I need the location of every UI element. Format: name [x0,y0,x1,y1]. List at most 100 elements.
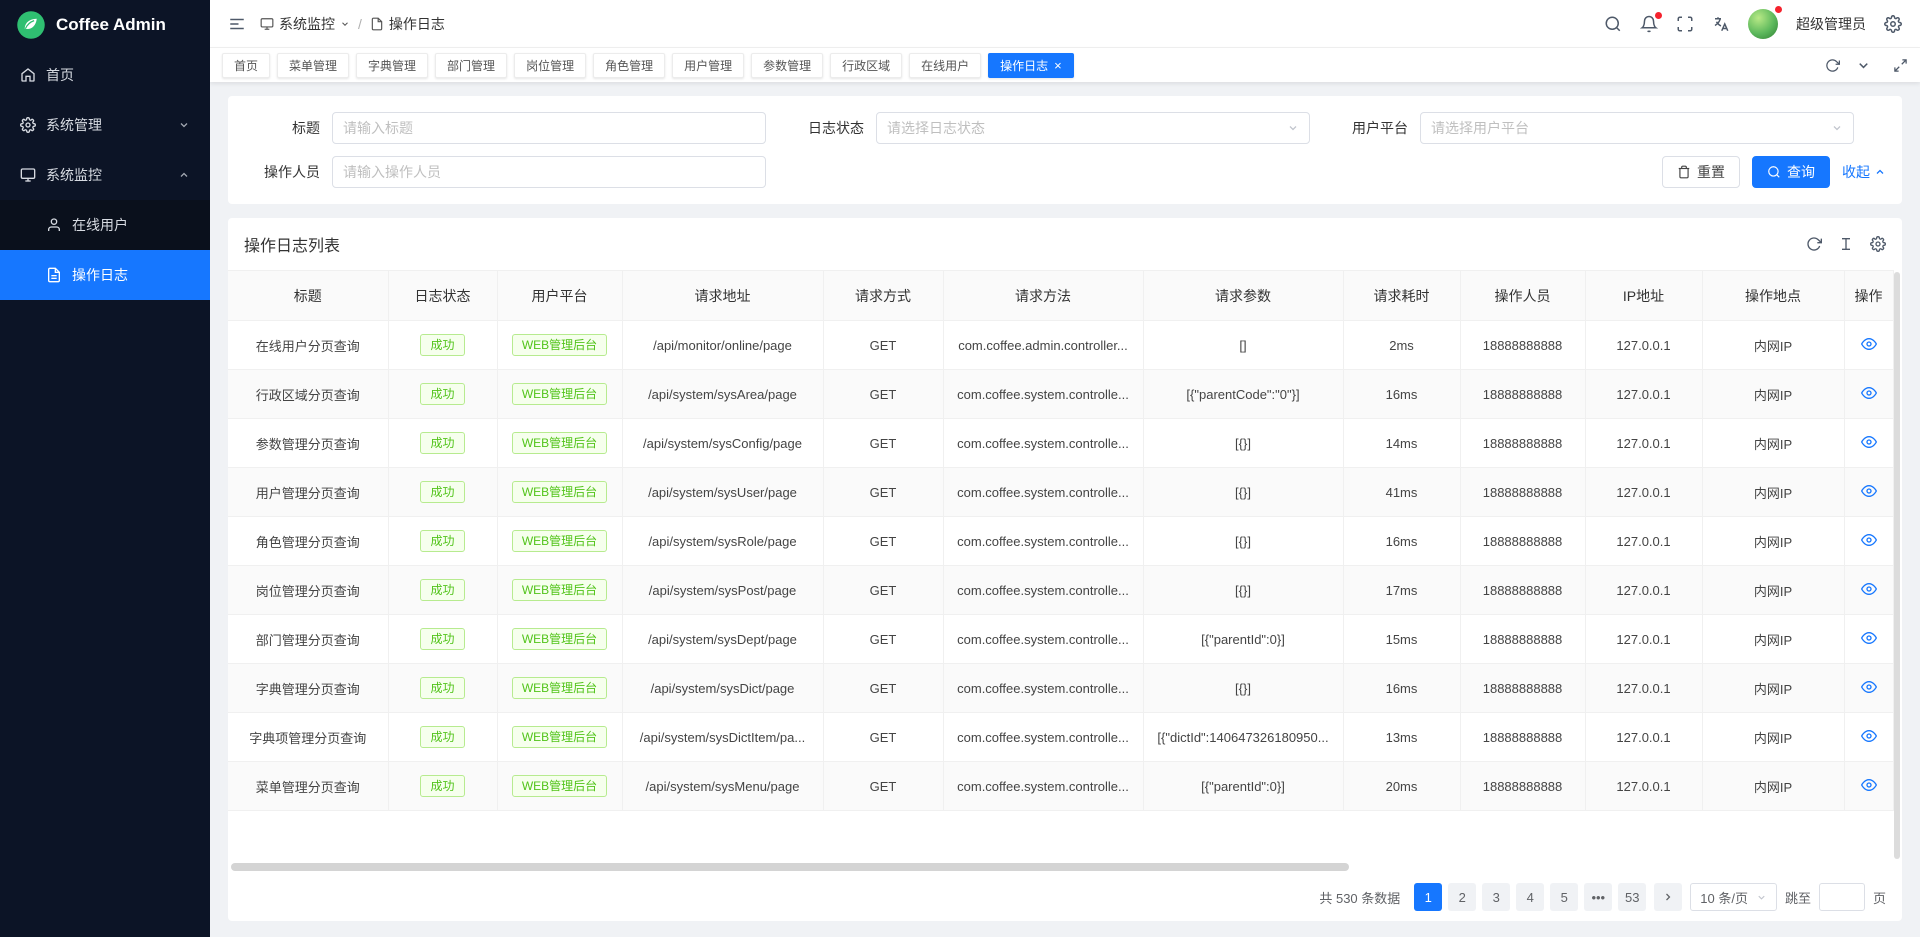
column-header: 请求方法 [943,271,1143,321]
tab-item[interactable]: 岗位管理 [514,53,586,78]
tab-item[interactable]: 部门管理 [435,53,507,78]
cell-handler: com.coffee.system.controlle... [943,419,1143,468]
cell-operator: 18888888888 [1460,615,1585,664]
sidebar-item-operation-log[interactable]: 操作日志 [0,250,210,300]
table-row: 行政区域分页查询成功WEB管理后台/api/system/sysArea/pag… [228,370,1893,419]
breadcrumb-item-monitor[interactable]: 系统监控 [260,14,350,34]
cell-params: [{"parentId":0}] [1143,762,1343,811]
settings-gear-icon[interactable] [1884,15,1902,33]
view-detail-eye-icon[interactable] [1861,777,1877,793]
current-user-name[interactable]: 超级管理员 [1796,14,1866,34]
refresh-icon[interactable] [1806,236,1822,252]
tab-item[interactable]: 首页 [222,53,270,78]
sidebar-item-label: 系统管理 [46,115,102,135]
page-button[interactable]: 53 [1618,883,1646,911]
tab-item[interactable]: 在线用户 [909,53,981,78]
row-density-icon[interactable] [1838,236,1854,252]
cell-location: 内网IP [1702,517,1844,566]
sidebar-item-online-users[interactable]: 在线用户 [0,200,210,250]
view-detail-eye-icon[interactable] [1861,630,1877,646]
sidebar-item-system-management[interactable]: 系统管理 [0,100,210,150]
collapse-filter-link[interactable]: 收起 [1842,162,1886,182]
page-button[interactable]: 3 [1482,883,1510,911]
tab-item[interactable]: 参数管理 [751,53,823,78]
page-button[interactable]: 2 [1448,883,1476,911]
chevron-down-icon [1831,122,1843,134]
view-detail-eye-icon[interactable] [1861,434,1877,450]
translate-icon[interactable] [1712,15,1730,33]
column-settings-gear-icon[interactable] [1870,236,1886,252]
page-ellipsis[interactable]: ••• [1584,883,1612,911]
cell-handler: com.coffee.system.controlle... [943,468,1143,517]
title-input[interactable] [332,112,766,144]
expand-content-icon[interactable] [1893,58,1908,73]
total-count-text: 共 530 条数据 [1319,888,1400,907]
view-detail-eye-icon[interactable] [1861,532,1877,548]
jump-page-input[interactable] [1819,883,1865,911]
cell-platform: WEB管理后台 [497,370,622,419]
tab-label: 角色管理 [605,57,653,74]
cell-ip: 127.0.0.1 [1585,566,1702,615]
horizontal-scrollbar-thumb[interactable] [231,863,1349,871]
column-header: 用户平台 [497,271,622,321]
search-button[interactable]: 查询 [1752,156,1830,188]
view-detail-eye-icon[interactable] [1861,483,1877,499]
avatar[interactable] [1748,9,1778,39]
cell-platform: WEB管理后台 [497,713,622,762]
cell-handler: com.coffee.system.controlle... [943,615,1143,664]
cell-status: 成功 [388,419,497,468]
cell-ip: 127.0.0.1 [1585,517,1702,566]
tab-item[interactable]: 用户管理 [672,53,744,78]
sidebar-item-home[interactable]: 首页 [0,50,210,100]
topbar-actions: 超级管理员 [1604,9,1902,39]
reset-button-label: 重置 [1697,162,1725,182]
view-detail-eye-icon[interactable] [1861,336,1877,352]
breadcrumb-item-operation-log[interactable]: 操作日志 [370,14,445,34]
column-header: 请求耗时 [1343,271,1460,321]
page-button[interactable]: 4 [1516,883,1544,911]
notification-bell-icon[interactable] [1640,15,1658,33]
tab-item[interactable]: 角色管理 [593,53,665,78]
cell-duration: 2ms [1343,321,1460,370]
log-status-select[interactable]: 请选择日志状态 [876,112,1310,144]
cell-title: 字典项管理分页查询 [228,713,388,762]
tab-label: 参数管理 [763,57,811,74]
tab-item[interactable]: 字典管理 [356,53,428,78]
cell-location: 内网IP [1702,370,1844,419]
cell-location: 内网IP [1702,713,1844,762]
column-header: 操作 [1844,271,1893,321]
operator-input[interactable] [332,156,766,188]
cell-location: 内网IP [1702,321,1844,370]
tab-close-icon[interactable]: × [1054,59,1062,72]
vertical-scrollbar[interactable] [1894,272,1900,859]
view-detail-eye-icon[interactable] [1861,581,1877,597]
log-icon [370,17,384,31]
cell-handler: com.coffee.system.controlle... [943,664,1143,713]
cell-action [1844,566,1893,615]
next-page-button[interactable] [1654,883,1682,911]
sidebar-item-system-monitor[interactable]: 系统监控 [0,150,210,200]
breadcrumb-separator: / [358,16,362,32]
sidebar-item-label: 系统监控 [46,165,102,185]
page-size-select[interactable]: 10 条/页 [1690,883,1777,911]
tab-label: 岗位管理 [526,57,574,74]
user-platform-select[interactable]: 请选择用户平台 [1420,112,1854,144]
page-button[interactable]: 5 [1550,883,1578,911]
refresh-icon[interactable] [1825,58,1840,73]
tab-item[interactable]: 操作日志× [988,53,1074,78]
chevron-up-icon [1874,166,1886,178]
chevron-down-icon[interactable] [1856,58,1871,73]
sidebar-collapse-icon[interactable] [228,15,246,33]
search-icon[interactable] [1604,15,1622,33]
view-detail-eye-icon[interactable] [1861,728,1877,744]
cell-duration: 15ms [1343,615,1460,664]
page-button[interactable]: 1 [1414,883,1442,911]
fullscreen-icon[interactable] [1676,15,1694,33]
view-detail-eye-icon[interactable] [1861,679,1877,695]
tab-item[interactable]: 行政区域 [830,53,902,78]
reset-button[interactable]: 重置 [1662,156,1740,188]
cell-params: [{}] [1143,468,1343,517]
view-detail-eye-icon[interactable] [1861,385,1877,401]
sidebar-item-label: 在线用户 [72,215,128,235]
tab-item[interactable]: 菜单管理 [277,53,349,78]
